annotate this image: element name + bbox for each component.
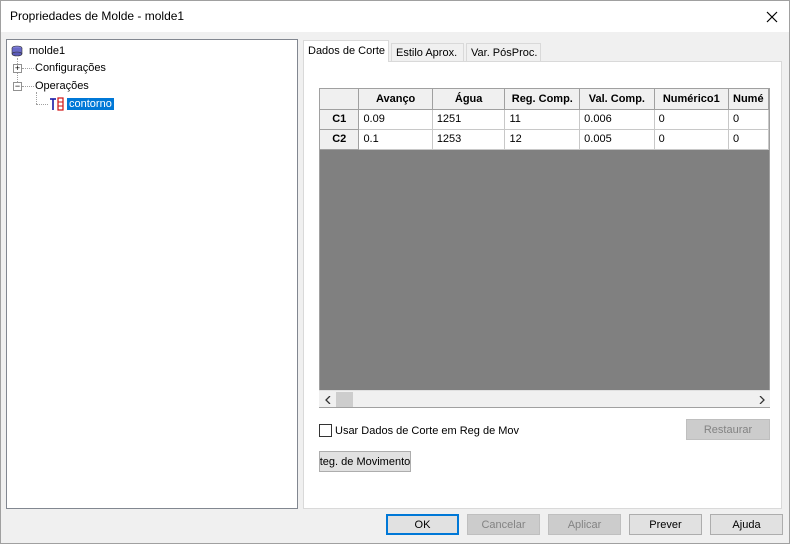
grid-cell[interactable]: 0 [654,109,730,130]
cutting-data-grid[interactable]: Avanço Água Reg. Comp. Val. Comp. Numéri… [319,88,770,408]
tree-item-label: Operações [35,80,89,92]
scroll-left-button[interactable] [319,391,336,408]
scroll-right-button[interactable] [753,391,770,408]
column-header[interactable]: Numé [728,89,769,110]
grid-table: Avanço Água Reg. Comp. Val. Comp. Numéri… [320,89,769,150]
scroll-thumb[interactable] [336,392,353,407]
grid-cell[interactable]: 11 [504,109,581,130]
close-button[interactable] [755,1,789,32]
grid-cell[interactable]: 1253 [432,129,506,150]
ok-button[interactable]: OK [386,514,459,535]
tree-node-operacoes[interactable]: Operações [33,78,91,94]
grid-cell[interactable]: 12 [504,129,581,150]
preview-button[interactable]: Prever [629,514,702,535]
tab-estilo-aprox[interactable]: Estilo Aprox. [391,43,464,62]
movement-register-button[interactable]: teg. de Movimento [319,451,411,472]
title-bar: Propriedades de Molde - molde1 [1,1,789,32]
table-row: C2 0.1 1253 12 0.005 0 0 [320,129,769,150]
tab-dados-de-corte[interactable]: Dados de Corte [303,40,389,62]
grid-header-row: Avanço Água Reg. Comp. Val. Comp. Numéri… [320,89,769,110]
cancel-button[interactable]: Cancelar [467,514,540,535]
expand-button[interactable]: + [13,64,22,73]
column-header[interactable]: Val. Comp. [579,89,655,110]
column-header[interactable]: Água [432,89,506,110]
chevron-left-icon [324,395,330,404]
grid-cell[interactable]: 0 [728,109,769,130]
tree-view[interactable]: molde1 + Configurações − Operações conto… [6,39,298,509]
grid-cell[interactable]: 0 [654,129,730,150]
use-cutting-data-checkbox[interactable] [319,424,332,437]
column-header[interactable]: Avanço [358,89,433,110]
grid-cell[interactable]: 1251 [432,109,506,130]
grid-cell[interactable]: 0.006 [579,109,655,130]
tree-node-root[interactable]: molde1 [11,43,67,59]
tree-node-configuracoes[interactable]: Configurações [33,60,108,76]
table-row: C1 0.09 1251 11 0.006 0 0 [320,109,769,130]
close-icon [766,11,778,22]
grid-cell[interactable]: 0.005 [579,129,655,150]
contour-operation-icon [50,97,64,111]
grid-corner [320,89,360,110]
properties-dialog: Propriedades de Molde - molde1 molde1 + … [0,0,790,544]
tree-node-contorno[interactable]: contorno [49,96,114,112]
grid-cell[interactable]: 0 [728,129,769,150]
horizontal-scrollbar[interactable] [319,390,770,407]
row-header[interactable]: C1 [320,109,360,130]
tab-panel-dados-de-corte: Avanço Água Reg. Comp. Val. Comp. Numéri… [303,61,782,509]
column-header[interactable]: Numérico1 [654,89,730,110]
tree-root-label: molde1 [29,45,66,57]
tab-var-posproc[interactable]: Var. PósProc. [466,43,541,62]
tree-item-label: Configurações [35,62,106,74]
window-title: Propriedades de Molde - molde1 [10,9,185,23]
chevron-right-icon [759,395,765,404]
checkbox-label: Usar Dados de Corte em Reg de Mov [335,424,520,437]
tree-item-label-selected: contorno [67,98,114,110]
grid-cell[interactable]: 0.1 [358,129,433,150]
mold-icon [11,45,23,57]
row-header[interactable]: C2 [320,129,360,150]
column-header[interactable]: Reg. Comp. [504,89,581,110]
use-cutting-data-option[interactable]: Usar Dados de Corte em Reg de Mov [319,424,519,437]
tree-line [36,104,48,105]
grid-cell[interactable]: 0.09 [358,109,433,130]
apply-button[interactable]: Aplicar [548,514,621,535]
help-button[interactable]: Ajuda [710,514,783,535]
collapse-button[interactable]: − [13,82,22,91]
restore-button[interactable]: Restaurar [686,419,770,440]
